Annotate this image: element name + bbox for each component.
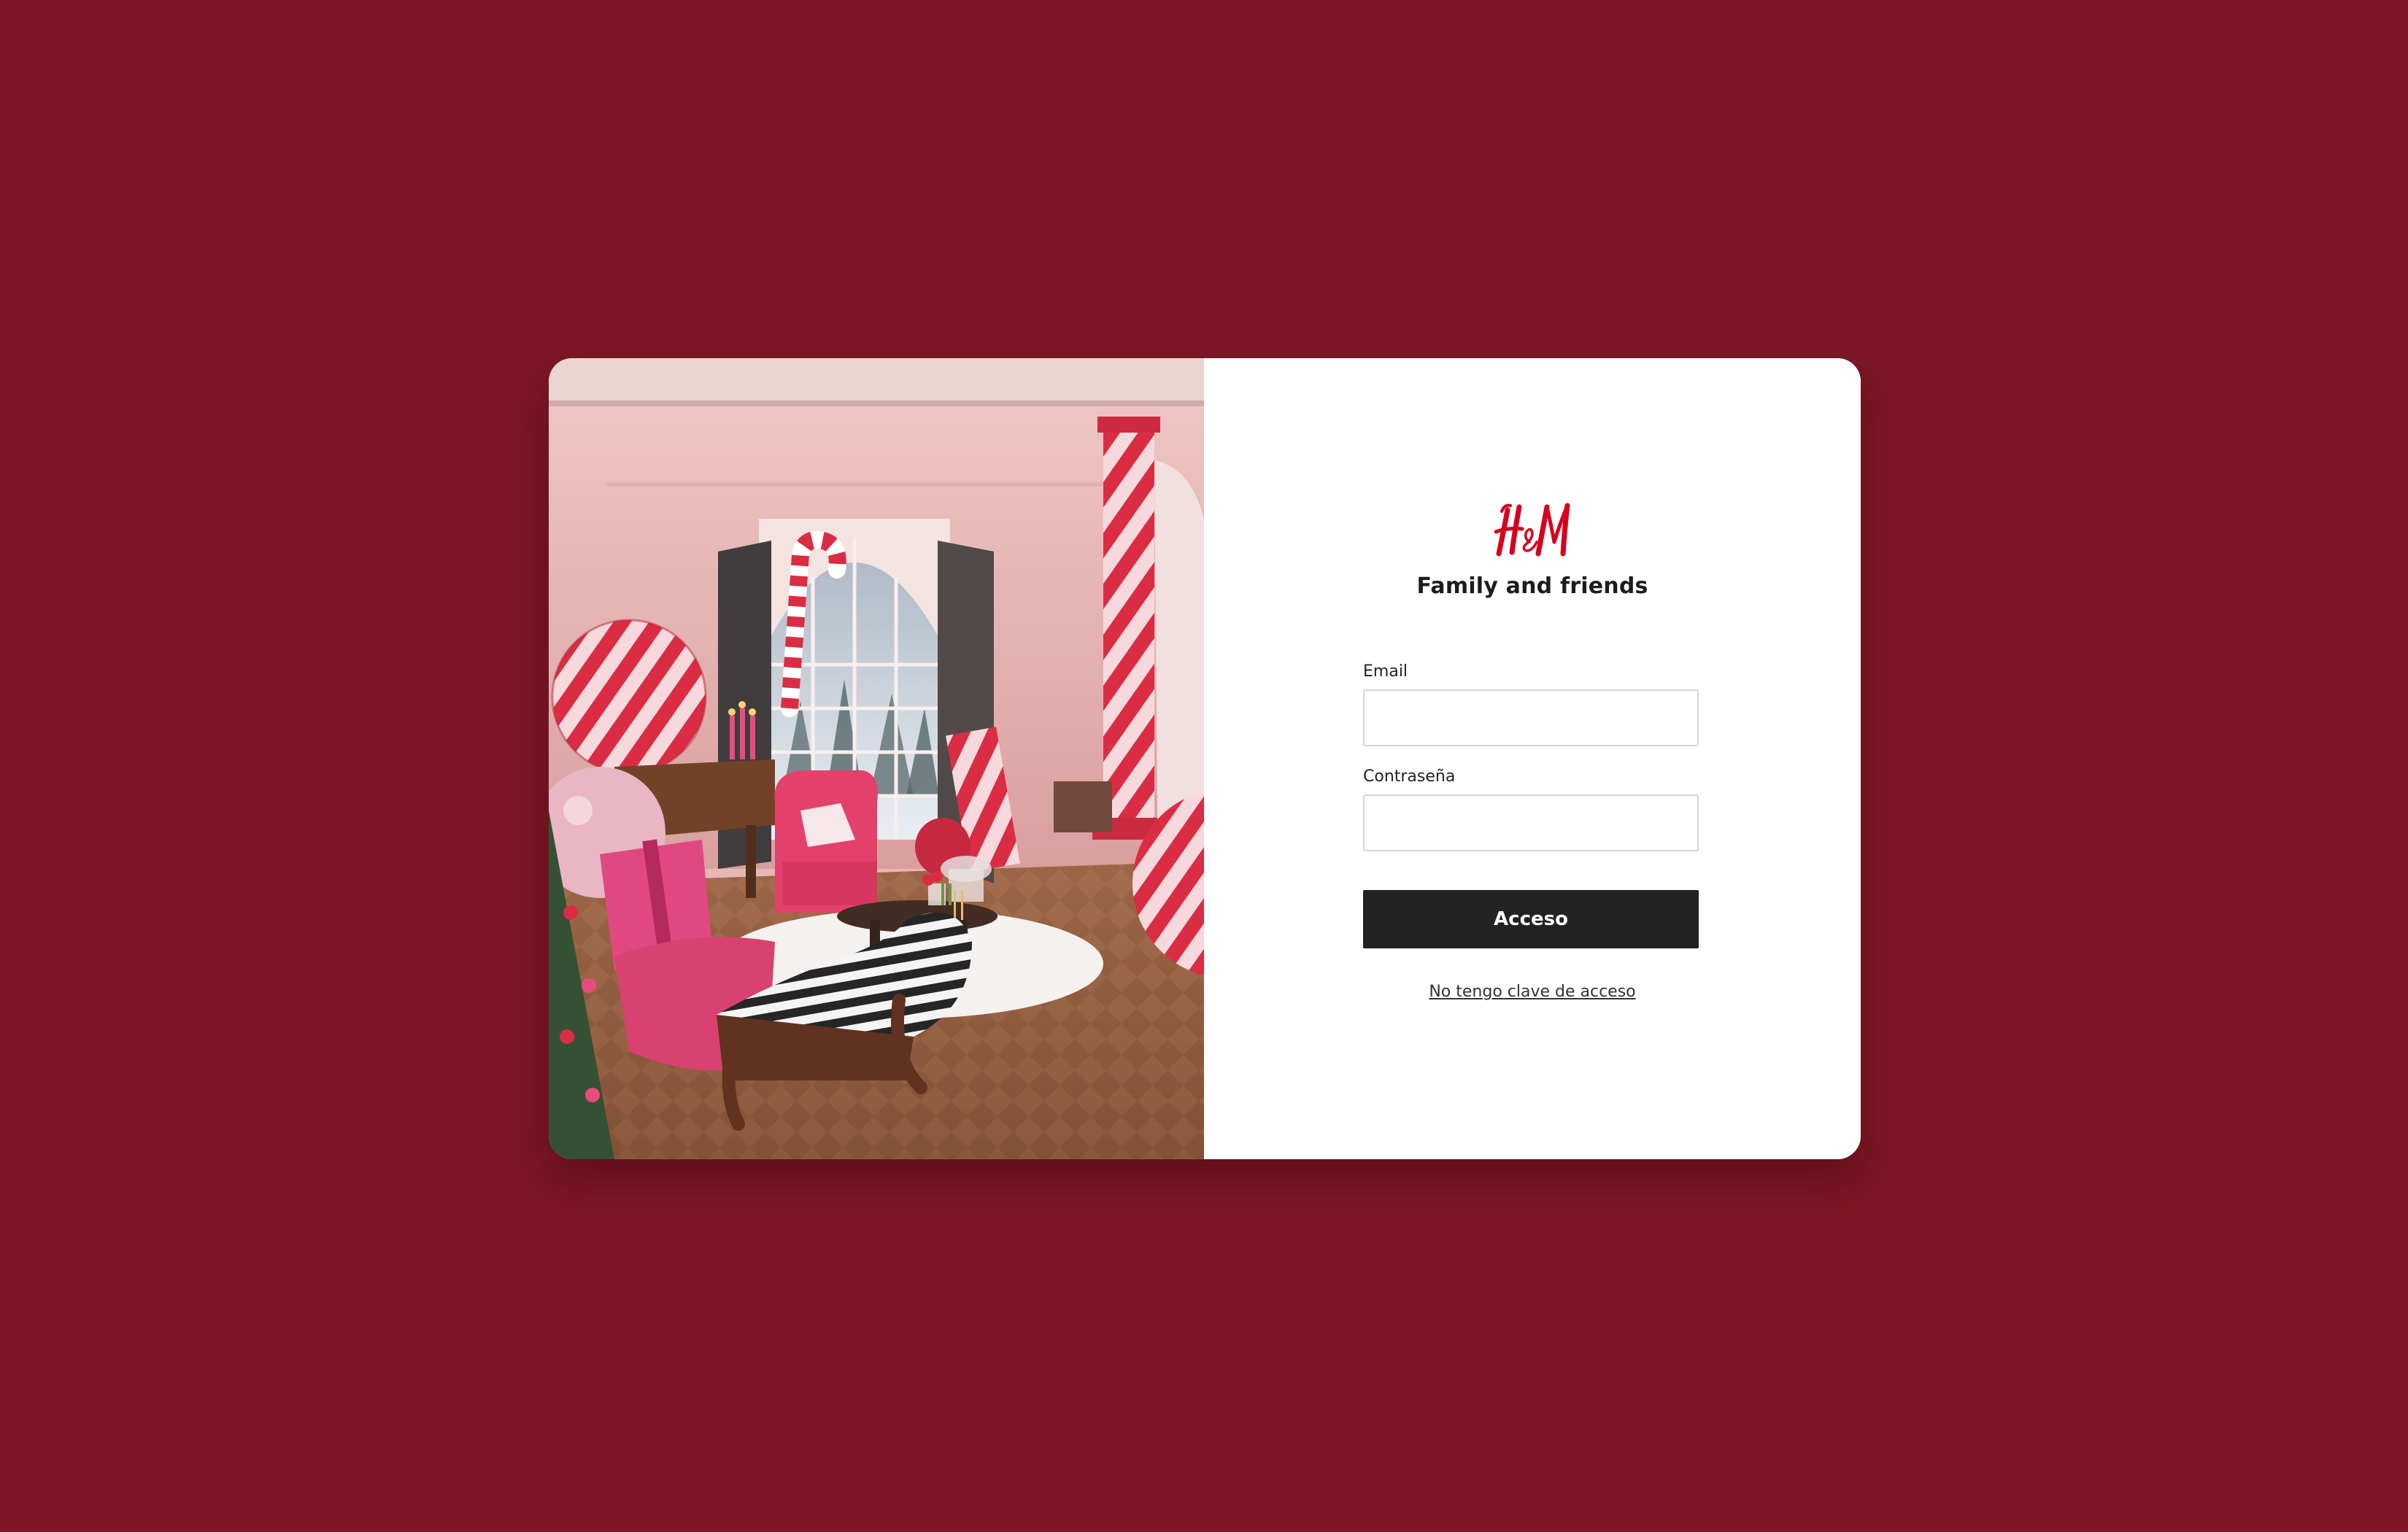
- page-title: Family and friends: [1416, 573, 1648, 599]
- hm-logo: [1204, 497, 1861, 562]
- hero-image: [549, 358, 1204, 1159]
- login-panel: Family and friends Email Contraseña Acce…: [1204, 358, 1861, 1159]
- hm-logo-icon: [1494, 503, 1570, 557]
- christmas-living-room-illustration: [549, 358, 1204, 1159]
- email-input[interactable]: [1363, 689, 1699, 746]
- password-input[interactable]: [1363, 794, 1699, 851]
- email-label: Email: [1363, 662, 1408, 681]
- password-label: Contraseña: [1363, 767, 1456, 786]
- no-access-key-link[interactable]: No tengo clave de acceso: [1204, 983, 1861, 1001]
- login-button[interactable]: Acceso: [1363, 890, 1699, 948]
- login-card: Family and friends Email Contraseña Acce…: [549, 358, 1861, 1159]
